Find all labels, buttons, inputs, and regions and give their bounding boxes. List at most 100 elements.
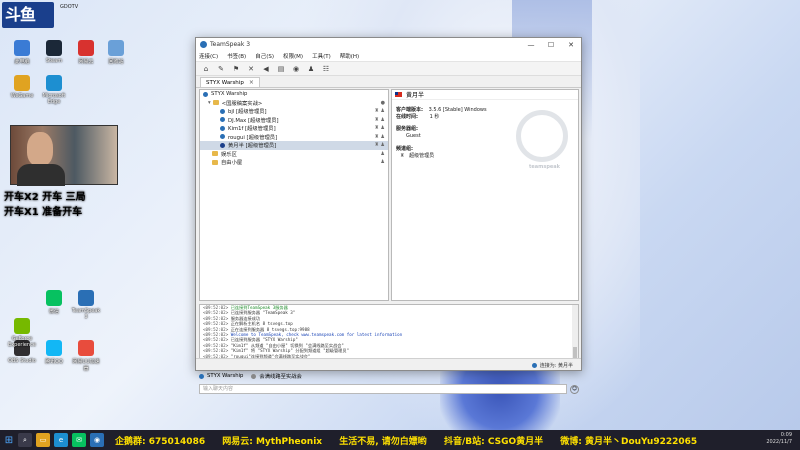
- chat-tab-channel-label: 会满线路至实战会: [259, 374, 302, 380]
- user-badge-icons: ♜ ♟: [374, 108, 385, 115]
- watermark-text: teamspeak: [528, 164, 560, 170]
- ticker-item: 微博: 黄月半丶DouYu9222065: [560, 437, 698, 447]
- chat-icon[interactable]: ▤: [275, 64, 287, 74]
- chat-tab-channel[interactable]: 会满线路至实战会: [251, 372, 302, 380]
- disconnect-icon[interactable]: ✎: [215, 64, 227, 74]
- tree-channel-name: 自由小屋: [221, 160, 243, 167]
- client-nickname: 黄月半: [406, 92, 425, 99]
- minimize-button[interactable]: —: [521, 41, 541, 49]
- system-clock[interactable]: 0:09 2022/11/7: [766, 432, 792, 446]
- menu-self[interactable]: 自己(S): [255, 52, 274, 60]
- log-message: 已连接到服务器 "TeamSpeak 3": [230, 310, 296, 316]
- online-time-label: 在线时间:: [396, 114, 418, 120]
- menu-tools[interactable]: 工具(T): [312, 52, 331, 60]
- chat-input[interactable]: 输入聊天内容: [199, 384, 567, 394]
- server-tab-label: STYX Warship: [206, 79, 244, 86]
- desktop-icon[interactable]: 回收站: [100, 40, 132, 65]
- windows-start-icon[interactable]: ⊞: [0, 430, 18, 450]
- search-taskbar-icon[interactable]: ⌕: [18, 433, 32, 447]
- wechat-taskbar-icon[interactable]: ✉: [72, 433, 86, 447]
- log-message: 正在解析主机名 8 tsvegs.top: [230, 321, 293, 327]
- desktop-icon[interactable]: 腾讯QQ: [38, 340, 70, 365]
- edge-taskbar-icon[interactable]: e: [54, 433, 68, 447]
- desktop-icon[interactable]: 网易云: [70, 40, 102, 65]
- server-tab-strip: STYX Warship ×: [196, 76, 581, 88]
- maximize-button[interactable]: ☐: [541, 41, 561, 49]
- user-status-icon: [220, 142, 225, 148]
- tree-user-name: rougui [超级管理员]: [228, 134, 278, 141]
- tree-channel-row[interactable]: 娱乐区 ♟: [200, 150, 388, 159]
- desktop-icon-label: 网易UU加速器: [72, 359, 100, 372]
- online-time-value: 1 秒: [429, 114, 440, 120]
- title-bar[interactable]: TeamSpeak 3 — ☐ ✕: [196, 38, 581, 51]
- desktop-icon[interactable]: TeamSpeak 3: [70, 290, 102, 320]
- desktop-icon[interactable]: 此电脑: [6, 40, 38, 65]
- tree-user-row[interactable]: Kim1f [超级管理员] ♜ ♟: [200, 124, 388, 133]
- tree-user-name: Kim1f [超级管理员]: [228, 126, 276, 133]
- logo-subtitle: GDOTV: [60, 4, 79, 10]
- channel-group-row: ♜ 超级管理员: [400, 152, 434, 159]
- log-lines: <09:52:02> 已连接到TeamSpeak 3服务器 <09:52:02> …: [200, 305, 578, 364]
- desktop-icon[interactable]: Microsoft Edge: [38, 75, 70, 105]
- menu-help[interactable]: 帮助(H): [340, 52, 359, 60]
- away-icon[interactable]: ⚑: [230, 64, 242, 74]
- ticker-item: 生活不易, 请勿白嫖哟: [339, 437, 427, 447]
- chat-tabs: STYX Warship 会满线路至实战会: [199, 371, 310, 381]
- desktop-icon[interactable]: GeForce Experience: [6, 318, 38, 348]
- desktop-icon-label: 微信: [48, 309, 59, 315]
- log-timestamp: <09:52:02>: [203, 348, 231, 354]
- chat-tab-server[interactable]: STYX Warship: [199, 373, 243, 379]
- users-icon[interactable]: ☷: [320, 64, 332, 74]
- connect-icon[interactable]: ⌂: [200, 64, 212, 74]
- tree-user-row[interactable]: rougui [超级管理员] ♜ ♟: [200, 133, 388, 142]
- channel-folder-icon: [212, 151, 218, 157]
- tree-channel-row[interactable]: 自由小屋 ♟: [200, 158, 388, 167]
- menu-connections[interactable]: 连接(C): [199, 52, 218, 60]
- server-tab[interactable]: STYX Warship ×: [200, 77, 260, 87]
- desktop-icon[interactable]: 微信: [38, 290, 70, 315]
- contacts-icon[interactable]: ♟: [305, 64, 317, 74]
- menu-bookmarks[interactable]: 书签(B): [227, 52, 246, 60]
- tree-user-row[interactable]: DJ.Max [超级管理员] ♜ ♟: [200, 116, 388, 125]
- ticker-item: 抖音/B站: CSGO黄月半: [443, 437, 544, 447]
- tree-server-row[interactable]: STYX Warship: [200, 90, 388, 99]
- channel-group-value: 超级管理员: [409, 153, 435, 159]
- tree-user-name: DJ.Max [超级管理员]: [228, 117, 279, 124]
- tree-user-row-selected[interactable]: 黄月半 [超级管理员] ♜ ♟: [200, 141, 388, 150]
- whisper-icon[interactable]: ◉: [290, 64, 302, 74]
- menu-permissions[interactable]: 权限(M): [283, 52, 303, 60]
- app-icon: [78, 290, 94, 306]
- toolbar: ⌂ ✎ ⚑ ✕ ◀ ▤ ◉ ♟ ☷: [196, 62, 581, 76]
- tree-channel-row[interactable]: ▾ <国服稿案实战> ●: [200, 99, 388, 108]
- tree-channel-name: 娱乐区: [221, 151, 237, 158]
- clock-time: 0:09: [780, 432, 792, 438]
- client-info-panel: 黄月半 teamspeak 客户端版本: 3.5.6 [Stable] Wind…: [391, 89, 579, 301]
- emoji-icon[interactable]: ☺: [570, 385, 579, 394]
- teamspeak-watermark-icon: [516, 110, 568, 162]
- server-group-value: Guest: [406, 133, 421, 139]
- stream-ticker: 企鹅群: 675014086 网易云: MythPheonix 生活不易, 请勿…: [115, 434, 711, 447]
- streamer-face: [27, 132, 53, 166]
- desktop-icon-label: 网易云: [78, 59, 94, 65]
- channel-folder-icon: [212, 100, 219, 106]
- ticker-item: 网易云: MythPheonix: [222, 437, 323, 447]
- explorer-taskbar-icon[interactable]: ▭: [36, 433, 50, 447]
- channel-status-icon: ●: [380, 99, 385, 106]
- server-groups-label: 服务器组:: [396, 126, 418, 132]
- desktop-icon[interactable]: 网易UU加速器: [70, 340, 102, 372]
- desktop-icon-label: OBS Studio: [8, 358, 36, 364]
- teamspeak-taskbar-icon[interactable]: ◉: [90, 433, 104, 447]
- desktop-icon[interactable]: Steam: [38, 40, 70, 64]
- client-info-header: 黄月半: [392, 90, 578, 100]
- tree-server-name: STYX Warship: [211, 91, 248, 98]
- expand-arrow-icon[interactable]: ▾: [208, 100, 211, 106]
- close-button[interactable]: ✕: [561, 41, 581, 49]
- log-message: "Kim1f" 从频道 "自由小屋" 切换到 "会满线路至实战会": [230, 342, 344, 348]
- close-tab-icon[interactable]: ×: [249, 79, 254, 86]
- tree-user-row[interactable]: bjl [超级管理员] ♜ ♟: [200, 107, 388, 116]
- desktop-icon[interactable]: WeGame: [6, 75, 38, 99]
- log-timestamp: <09:52:02>: [203, 337, 231, 343]
- mute-speaker-icon[interactable]: ◀: [260, 64, 272, 74]
- channel-tree: STYX Warship ▾ <国服稿案实战> ● bjl [超级管理员] ♜ …: [199, 89, 389, 301]
- mute-microphone-icon[interactable]: ✕: [245, 64, 257, 74]
